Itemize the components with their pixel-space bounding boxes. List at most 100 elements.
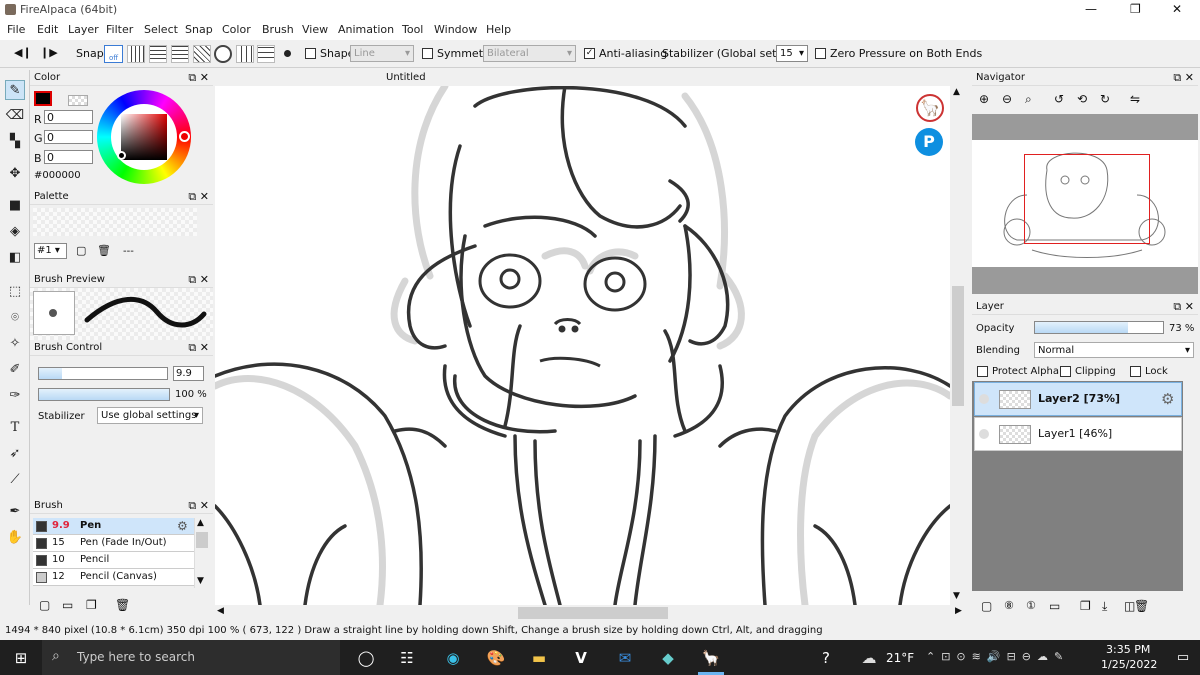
blending-select[interactable]: Normal ▾ [1034, 342, 1194, 358]
g-input[interactable]: 0 [44, 130, 93, 144]
zoom-out-icon[interactable]: ⊖ [1002, 92, 1012, 106]
brush-item-pencil[interactable]: 10 Pencil [33, 552, 209, 569]
clipping-checkbox[interactable] [1060, 366, 1071, 377]
minimize-button[interactable]: — [1085, 2, 1097, 16]
file-explorer-icon[interactable]: ▬ [528, 647, 550, 669]
task-view-icon[interactable]: ◯ [355, 647, 377, 669]
menu-snap[interactable]: Snap [185, 23, 213, 36]
rotate-right-icon[interactable]: ↻ [1100, 92, 1110, 106]
snap-grid-icon[interactable] [149, 45, 167, 63]
eyedropper-icon[interactable]: ✒ [5, 502, 25, 522]
menu-view[interactable]: View [302, 23, 328, 36]
layer-folder-icon[interactable]: ▭ [1049, 599, 1060, 613]
hue-cursor-icon[interactable] [179, 131, 190, 142]
symmetry-checkbox[interactable] [422, 48, 433, 59]
canvas-tab-title[interactable]: Untitled [386, 72, 426, 83]
menu-brush[interactable]: Brush [262, 23, 294, 36]
layer-opacity-slider[interactable] [1034, 321, 1164, 334]
menu-select[interactable]: Select [144, 23, 178, 36]
b-input[interactable]: 0 [44, 150, 93, 164]
menu-layer[interactable]: Layer [68, 23, 99, 36]
move-tool-icon[interactable]: ✥ [5, 164, 25, 184]
menu-color[interactable]: Color [222, 23, 251, 36]
brush-item-pencil-canvas[interactable]: 12 Pencil (Canvas) [33, 569, 209, 586]
brush-list-scrollbar[interactable]: ▲ ▼ [194, 518, 209, 588]
brush-settings-gear-icon[interactable]: ⚙ [177, 519, 188, 533]
edge-browser-icon[interactable]: ◉ [442, 647, 464, 669]
dot-tool-icon[interactable]: ▚ [5, 132, 25, 152]
pen-tool-icon[interactable]: ✎ [5, 80, 25, 100]
windows-start-icon[interactable]: ⊞ [10, 647, 32, 669]
stabilizer-select[interactable]: 15 ▾ [776, 45, 808, 62]
new-layer-icon[interactable]: ▢ [981, 599, 992, 613]
new-palette-icon[interactable]: ▢ [76, 244, 86, 257]
lock-checkbox[interactable] [1130, 366, 1141, 377]
delete-layer-icon[interactable]: 🗑 [1134, 599, 1149, 613]
snap-circle-icon[interactable] [214, 45, 232, 63]
symmetry-select[interactable]: Bilateral ▾ [483, 45, 576, 62]
drawing-canvas[interactable]: 🦙 P [215, 86, 950, 605]
store-app-icon[interactable]: ◆ [657, 647, 679, 669]
snap-dot-icon[interactable] [284, 50, 291, 57]
layer-panel-close-icon[interactable]: ⧉ ✕ [1173, 300, 1194, 314]
secondary-color-swatch[interactable] [68, 95, 88, 106]
operation-tool-icon[interactable]: ➶ [5, 444, 25, 464]
dropper-tool-icon[interactable]: ⟋ [5, 470, 25, 490]
restore-button[interactable]: ❐ [1130, 2, 1141, 16]
navigator-preview[interactable] [972, 114, 1198, 294]
help-icon[interactable]: ? [815, 647, 837, 669]
palette-panel-close-icon[interactable]: ⧉ ✕ [188, 190, 209, 204]
lasso-tool-icon[interactable]: ⌾ [5, 308, 25, 328]
brush-item-pen-fade[interactable]: 15 Pen (Fade In/Out) [33, 535, 209, 552]
shape-checkbox[interactable] [305, 48, 316, 59]
brush-size-input[interactable]: 9.9 [173, 366, 204, 381]
duplicate-layer-icon[interactable]: ❐ [1080, 599, 1091, 613]
select-pen-icon[interactable]: ✐ [5, 360, 25, 380]
widgets-icon[interactable]: ☷ [396, 647, 418, 669]
pixiv-icon[interactable]: P [915, 128, 943, 156]
color-panel-close-icon[interactable]: ⧉ ✕ [188, 71, 209, 85]
fill-rect-tool-icon[interactable]: ■ [5, 196, 25, 216]
delete-brush-icon[interactable]: 🗑 [115, 598, 130, 612]
select-eraser-icon[interactable]: ✑ [5, 386, 25, 406]
next-frame-icon[interactable]: ❙▶ [40, 46, 58, 59]
brush-stabilizer-select[interactable]: Use global settings ▾ [97, 407, 203, 424]
mail-app-icon[interactable]: ✉ [614, 647, 636, 669]
snap-off-button[interactable]: off [104, 45, 123, 63]
new-brush-icon[interactable]: ▢ [39, 598, 50, 612]
menu-file[interactable]: File [7, 23, 25, 36]
taskbar-search[interactable]: ⌕ Type here to search [42, 640, 340, 675]
duplicate-brush-icon[interactable]: ❐ [86, 598, 97, 612]
vim-app-icon[interactable]: V [570, 647, 592, 669]
rotate-left-icon[interactable]: ↺ [1054, 92, 1064, 106]
select-tool-icon[interactable]: ⬚ [5, 282, 25, 302]
snap-3d-icon[interactable] [257, 45, 275, 63]
layer-settings-gear-icon[interactable]: ⚙ [1161, 390, 1174, 408]
layer-list-scrollbar[interactable] [1183, 381, 1198, 591]
saturation-square[interactable] [121, 114, 167, 160]
layer-visibility-icon[interactable] [979, 429, 989, 439]
close-button[interactable]: ✕ [1172, 2, 1182, 16]
prev-frame-icon[interactable]: ◀❙ [14, 46, 32, 59]
brush-size-slider[interactable] [38, 367, 168, 380]
new-1bit-layer-icon[interactable]: ① [1026, 599, 1036, 612]
magic-wand-icon[interactable]: ✧ [5, 334, 25, 354]
brush-panel-close-icon[interactable]: ⧉ ✕ [188, 499, 209, 513]
brush-opacity-slider[interactable] [38, 388, 170, 401]
canvas-vertical-scrollbar[interactable]: ▲ ▼ [950, 86, 966, 605]
primary-color-swatch[interactable] [34, 91, 52, 106]
color-wheel[interactable] [97, 90, 191, 184]
navigator-close-icon[interactable]: ⧉ ✕ [1173, 71, 1194, 85]
zoom-in-icon[interactable]: ⊕ [979, 92, 989, 106]
merge-layer-icon[interactable]: ⤓ [1102, 599, 1107, 614]
eraser-tool-icon[interactable]: ⌫ [5, 106, 25, 126]
flip-horizontal-icon[interactable]: ⇋ [1130, 92, 1140, 106]
menu-tool[interactable]: Tool [402, 23, 423, 36]
sv-cursor-icon[interactable] [117, 151, 126, 160]
brush-control-close-icon[interactable]: ⧉ ✕ [188, 341, 209, 355]
system-tray-icons[interactable]: ⌃⊡⊙≋🔊⊟⊖☁✎ [926, 650, 1069, 663]
bucket-tool-icon[interactable]: ◈ [5, 222, 25, 242]
text-tool-icon[interactable]: T [5, 418, 25, 438]
firealpaca-taskbar-icon[interactable]: 🦙 [700, 647, 722, 669]
palette-index-select[interactable]: #1 ▾ [34, 243, 67, 259]
